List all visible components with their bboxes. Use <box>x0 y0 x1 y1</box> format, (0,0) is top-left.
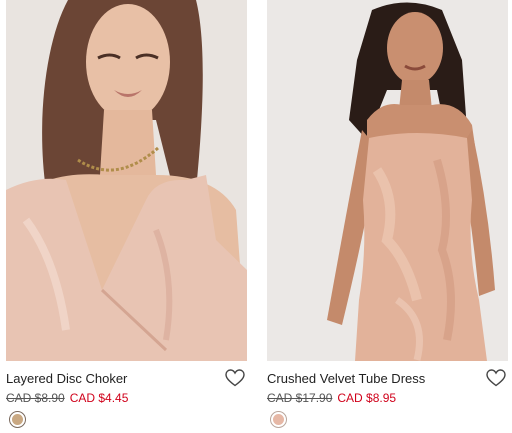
color-swatch[interactable] <box>9 411 26 428</box>
product-image[interactable] <box>267 0 508 361</box>
product-card[interactable]: Layered Disc Choker CAD $8.90 CAD $4.45 <box>6 0 247 433</box>
price-row: CAD $8.90 CAD $4.45 <box>6 391 128 405</box>
product-card[interactable]: Crushed Velvet Tube Dress CAD $17.90 CAD … <box>267 0 508 433</box>
price-row: CAD $17.90 CAD $8.95 <box>267 391 396 405</box>
original-price: CAD $8.90 <box>6 391 65 405</box>
product-name[interactable]: Crushed Velvet Tube Dress <box>267 371 425 386</box>
product-image[interactable] <box>6 0 247 361</box>
heart-outline-icon[interactable] <box>486 369 506 387</box>
sale-price: CAD $8.95 <box>337 391 397 405</box>
sale-price: CAD $4.45 <box>69 391 129 405</box>
heart-outline-icon[interactable] <box>225 369 245 387</box>
color-swatch[interactable] <box>270 411 287 428</box>
product-name[interactable]: Layered Disc Choker <box>6 371 127 386</box>
original-price: CAD $17.90 <box>267 391 333 405</box>
